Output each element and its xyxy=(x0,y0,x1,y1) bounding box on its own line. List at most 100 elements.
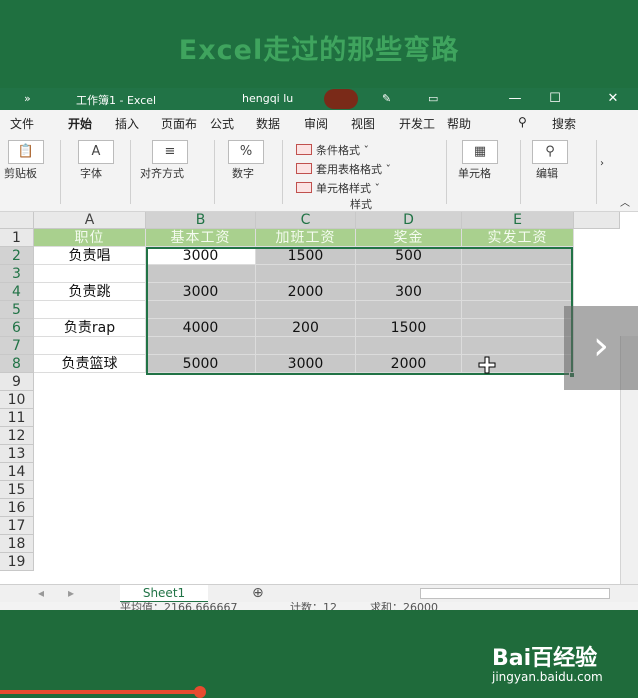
cell-net-pay[interactable] xyxy=(462,247,574,265)
row-header[interactable]: 12 xyxy=(0,427,34,445)
cells-group-label[interactable]: 单元格 xyxy=(458,165,491,181)
spreadsheet-grid[interactable]: A B C D E 1 2 3 4 5 6 7 8 9 10 11 12 13 … xyxy=(0,212,638,610)
cell-empty[interactable] xyxy=(462,337,574,355)
row-header[interactable]: 9 xyxy=(0,373,34,391)
column-header[interactable]: E xyxy=(462,212,574,229)
cell-base[interactable]: 5000 xyxy=(146,355,256,373)
row-header[interactable]: 4 xyxy=(0,283,34,301)
minimize-button[interactable]: — xyxy=(500,88,530,110)
row-header[interactable]: 5 xyxy=(0,301,34,319)
cell-base[interactable]: 3000 xyxy=(146,247,256,265)
row-header[interactable]: 8 xyxy=(0,355,34,373)
conditional-format-button[interactable]: 条件格式 ˇ xyxy=(296,142,369,158)
cell-name[interactable]: 负责篮球 xyxy=(34,355,146,373)
align-icon[interactable]: ≡ xyxy=(152,140,188,164)
cell-empty[interactable] xyxy=(256,337,356,355)
row-header[interactable]: 7 xyxy=(0,337,34,355)
cell-bonus[interactable]: 500 xyxy=(356,247,462,265)
tab-page-layout[interactable]: 页面布 xyxy=(161,115,197,132)
cells-icon[interactable]: ▦ xyxy=(462,140,498,164)
sheet-tab-sheet1[interactable]: Sheet1 xyxy=(120,585,208,603)
cell-overtime[interactable]: 1500 xyxy=(256,247,356,265)
find-icon[interactable]: ⚲ xyxy=(532,140,568,164)
row-header[interactable]: 19 xyxy=(0,553,34,571)
header-cell-net-pay[interactable]: 实发工资 xyxy=(462,229,574,247)
font-group-label[interactable]: 字体 xyxy=(80,165,102,181)
cell-name[interactable]: 负责rap xyxy=(34,319,146,337)
cell-empty[interactable] xyxy=(34,265,146,283)
row-header[interactable]: 11 xyxy=(0,409,34,427)
cell-empty[interactable] xyxy=(146,301,256,319)
user-avatar[interactable] xyxy=(324,89,358,109)
cell-base[interactable]: 4000 xyxy=(146,319,256,337)
restore-button[interactable]: ☐ xyxy=(540,88,570,110)
quick-access-chevron-icon[interactable]: » xyxy=(24,92,31,105)
select-all-corner[interactable] xyxy=(0,212,34,229)
cell-empty[interactable] xyxy=(462,265,574,283)
column-header[interactable]: D xyxy=(356,212,462,229)
horizontal-scrollbar[interactable] xyxy=(420,588,610,599)
table-format-button[interactable]: 套用表格格式 ˇ xyxy=(296,161,391,177)
cell-empty[interactable] xyxy=(256,265,356,283)
sheet-prev-icon[interactable]: ◂ xyxy=(38,586,44,600)
editing-group-label[interactable]: 编辑 xyxy=(536,165,558,181)
cell-overtime[interactable]: 3000 xyxy=(256,355,356,373)
row-header[interactable]: 13 xyxy=(0,445,34,463)
tab-data[interactable]: 数据 xyxy=(256,115,280,132)
row-header[interactable]: 17 xyxy=(0,517,34,535)
tab-file[interactable]: 文件 xyxy=(10,115,34,132)
tab-insert[interactable]: 插入 xyxy=(115,115,139,132)
tab-review[interactable]: 审阅 xyxy=(304,115,328,132)
cell-overtime[interactable]: 200 xyxy=(256,319,356,337)
row-header[interactable]: 1 xyxy=(0,229,34,247)
cell-empty[interactable] xyxy=(462,301,574,319)
cell-empty[interactable] xyxy=(34,301,146,319)
cell-bonus[interactable]: 1500 xyxy=(356,319,462,337)
video-progress-knob[interactable] xyxy=(194,686,206,698)
row-header[interactable]: 14 xyxy=(0,463,34,481)
cell-name[interactable]: 负责跳 xyxy=(34,283,146,301)
cell-bonus[interactable]: 300 xyxy=(356,283,462,301)
column-header[interactable]: A xyxy=(34,212,146,229)
add-sheet-icon[interactable]: ⊕ xyxy=(252,585,264,601)
header-cell-overtime[interactable]: 加班工资 xyxy=(256,229,356,247)
row-header[interactable]: 16 xyxy=(0,499,34,517)
row-header[interactable]: 15 xyxy=(0,481,34,499)
column-header-empty[interactable] xyxy=(574,212,620,229)
tab-view[interactable]: 视图 xyxy=(351,115,375,132)
percent-icon[interactable]: % xyxy=(228,140,264,164)
cell-empty[interactable] xyxy=(256,301,356,319)
user-name[interactable]: hengqi lu xyxy=(242,92,293,105)
cell-overtime[interactable]: 2000 xyxy=(256,283,356,301)
row-header[interactable]: 6 xyxy=(0,319,34,337)
cell-net-pay[interactable] xyxy=(462,283,574,301)
row-header[interactable]: 10 xyxy=(0,391,34,409)
video-progress-bar[interactable] xyxy=(0,690,200,694)
ribbon-display-icon[interactable]: ▭ xyxy=(428,92,438,105)
row-header[interactable]: 2 xyxy=(0,247,34,265)
tab-formulas[interactable]: 公式 xyxy=(210,115,234,132)
close-button[interactable]: ✕ xyxy=(598,88,628,110)
cell-empty[interactable] xyxy=(356,265,462,283)
cell-bonus[interactable]: 2000 xyxy=(356,355,462,373)
sheet-next-icon[interactable]: ▸ xyxy=(68,586,74,600)
ribbon-collapse-icon[interactable]: ︿ xyxy=(620,194,630,209)
tab-developer[interactable]: 开发工 xyxy=(399,115,435,132)
header-cell-bonus[interactable]: 奖金 xyxy=(356,229,462,247)
pen-icon[interactable]: ✎ xyxy=(382,92,391,105)
header-cell-base-salary[interactable]: 基本工资 xyxy=(146,229,256,247)
row-header[interactable]: 3 xyxy=(0,265,34,283)
alignment-group-label[interactable]: 对齐方式 xyxy=(140,165,184,181)
next-slide-button[interactable]: › xyxy=(564,306,638,390)
cell-empty[interactable] xyxy=(146,265,256,283)
tab-home[interactable]: 开始 xyxy=(68,115,93,136)
cell-empty[interactable] xyxy=(146,337,256,355)
clipboard-icon[interactable]: 📋 xyxy=(8,140,44,164)
column-header[interactable]: C xyxy=(256,212,356,229)
search-label[interactable]: 搜索 xyxy=(552,115,576,132)
cell-empty[interactable] xyxy=(356,301,462,319)
cell-net-pay[interactable] xyxy=(462,319,574,337)
column-header[interactable]: B xyxy=(146,212,256,229)
cell-empty[interactable] xyxy=(356,337,462,355)
tab-help[interactable]: 帮助 xyxy=(447,115,471,132)
